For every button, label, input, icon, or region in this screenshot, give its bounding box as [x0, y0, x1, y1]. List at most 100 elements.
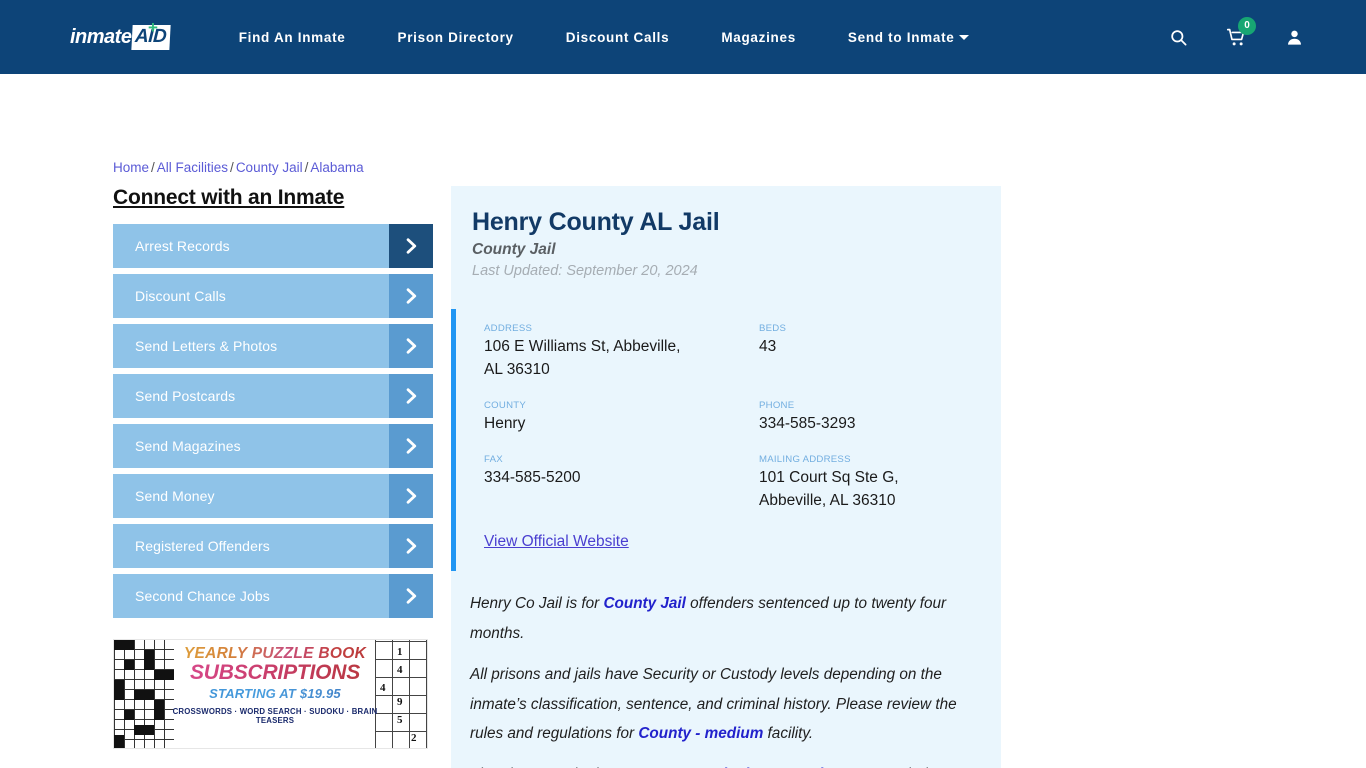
nav-label: Magazines: [721, 29, 796, 45]
chevron-right-icon: [389, 274, 433, 318]
detail-label: BEDS: [759, 323, 787, 335]
sidebar-title: Connect with an Inmate: [113, 186, 345, 209]
detail-mailing-address: MAILING ADDRESS 101 Court Sq Ste G, Abbe…: [759, 454, 1001, 531]
sidebar-item-label: Send Money: [135, 488, 215, 504]
sidebar-item-label: Discount Calls: [135, 288, 226, 304]
sudoku-number: 1: [397, 646, 403, 658]
chevron-right-icon: [389, 374, 433, 418]
breadcrumb-separator: /: [151, 160, 155, 175]
sidebar-item-send-magazines[interactable]: Send Magazines: [113, 424, 433, 468]
sidebar-item-arrest-records[interactable]: Arrest Records: [113, 224, 433, 268]
sudoku-number: 4: [380, 682, 386, 694]
cart-count-badge: 0: [1238, 16, 1256, 35]
chevron-down-icon: [959, 34, 970, 40]
nav-label: Prison Directory: [397, 29, 514, 45]
ad-price: STARTING AT $19.95: [172, 686, 378, 701]
detail-county: COUNTY Henry: [484, 400, 759, 454]
sudoku-grid-graphic: 1 4 4 9 5 2: [375, 640, 427, 748]
detail-label: PHONE: [759, 400, 795, 412]
nav-item-send-to-inmate[interactable]: Send to Inmate: [848, 30, 970, 45]
sidebar-item-registered-offenders[interactable]: Registered Offenders: [113, 524, 433, 568]
nav-item-discount-calls[interactable]: Discount Calls: [566, 30, 670, 45]
chevron-right-icon: [389, 524, 433, 568]
sidebar-item-discount-calls[interactable]: Discount Calls: [113, 274, 433, 318]
nav-item-prison-directory[interactable]: Prison Directory: [398, 30, 514, 45]
detail-value: 334-585-3293: [759, 415, 856, 433]
site-logo[interactable]: inmate + AID: [70, 18, 172, 52]
facility-panel: Henry County AL Jail County Jail Last Up…: [451, 186, 1001, 768]
sidebar: Connect with an Inmate Arrest Records Di…: [113, 186, 433, 624]
chevron-right-icon: [389, 474, 433, 518]
ad-headline: YEARLY PUZZLE BOOK: [172, 645, 378, 662]
detail-label: FAX: [484, 454, 503, 466]
sidebar-item-label: Send Letters & Photos: [135, 338, 278, 354]
crossword-grid-graphic: [114, 640, 174, 748]
breadcrumb-item-alabama[interactable]: Alabama: [310, 160, 363, 175]
sidebar-item-send-postcards[interactable]: Send Postcards: [113, 374, 433, 418]
detail-beds: BEDS 43: [759, 323, 1001, 400]
sidebar-item-label: Arrest Records: [135, 238, 230, 254]
p1-highlight[interactable]: County Jail: [603, 595, 685, 612]
breadcrumb-item-all-facilities[interactable]: All Facilities: [157, 160, 228, 175]
chevron-right-icon: [389, 574, 433, 618]
detail-address: ADDRESS 106 E Williams St, Abbeville, AL…: [484, 323, 759, 400]
chevron-right-icon: [389, 424, 433, 468]
breadcrumb-separator: /: [304, 160, 309, 175]
facility-type: County Jail: [472, 241, 556, 258]
page-title: Henry County AL Jail: [472, 208, 720, 236]
detail-value: 334-585-5200: [484, 469, 581, 487]
sidebar-item-label: Send Magazines: [135, 438, 241, 454]
sidebar-item-send-money[interactable]: Send Money: [113, 474, 433, 518]
view-official-website-link[interactable]: View Official Website: [484, 533, 629, 551]
detail-label: COUNTY: [484, 400, 527, 412]
breadcrumb-item-home[interactable]: Home: [113, 160, 149, 175]
ad-text-block: YEARLY PUZZLE BOOK SUBSCRIPTIONS STARTIN…: [172, 645, 378, 725]
sudoku-number: 9: [397, 696, 403, 708]
sidebar-item-label: Registered Offenders: [135, 538, 270, 554]
logo-wordmark: inmate: [70, 25, 132, 48]
nav-item-magazines[interactable]: Magazines: [721, 30, 796, 45]
description-paragraph-2: All prisons and jails have Security or C…: [470, 660, 980, 749]
logo-plus-icon: +: [148, 18, 158, 37]
p1-text-a: Henry Co Jail is for: [470, 595, 604, 613]
site-header: inmate + AID Find An Inmate Prison Direc…: [0, 0, 1366, 74]
last-updated: Last Updated: September 20, 2024: [472, 263, 698, 280]
chevron-right-icon: [389, 224, 433, 268]
sudoku-number: 5: [397, 714, 403, 726]
sidebar-item-label: Send Postcards: [135, 388, 236, 404]
facility-details: ADDRESS 106 E Williams St, Abbeville, AL…: [451, 309, 1001, 572]
chevron-right-icon: [389, 324, 433, 368]
facility-description: Henry Co Jail is for County Jail offende…: [470, 589, 980, 768]
main-nav: Find An Inmate Prison Directory Discount…: [239, 30, 970, 45]
detail-value: 43: [759, 338, 777, 356]
breadcrumb-item-county-jail[interactable]: County Jail: [236, 160, 303, 175]
cart-icon[interactable]: 0: [1226, 16, 1256, 48]
nav-label: Discount Calls: [565, 29, 670, 45]
sudoku-number: 4: [397, 664, 403, 676]
description-paragraph-3: The phone carrier is NCIC Inmate Telepho…: [470, 760, 980, 768]
detail-value: Henry: [484, 415, 526, 433]
header-icon-group: 0: [1131, 0, 1304, 74]
nav-label: Send to Inmate: [847, 29, 955, 45]
sidebar-item-send-letters-photos[interactable]: Send Letters & Photos: [113, 324, 433, 368]
detail-label: ADDRESS: [484, 323, 533, 335]
puzzle-book-ad-banner[interactable]: 1 4 4 9 5 2 YEARLY PUZZLE BOOK SUBSCRIPT…: [113, 639, 428, 749]
nav-item-find-an-inmate[interactable]: Find An Inmate: [239, 30, 346, 45]
detail-value: 106 E Williams St, Abbeville, AL 36310: [484, 338, 681, 379]
breadcrumb: Home / All Facilities / County Jail / Alabama: [113, 160, 364, 175]
ad-subhead: SUBSCRIPTIONS: [172, 662, 378, 683]
detail-label: MAILING ADDRESS: [759, 454, 851, 466]
search-icon[interactable]: [1169, 28, 1188, 47]
nav-label: Find An Inmate: [238, 29, 346, 45]
account-icon[interactable]: [1285, 28, 1304, 47]
description-paragraph-1: Henry Co Jail is for County Jail offende…: [470, 589, 980, 649]
breadcrumb-separator: /: [230, 160, 234, 175]
p2-highlight[interactable]: County - medium: [638, 725, 763, 742]
detail-fax: FAX 334-585-5200: [484, 454, 759, 531]
sudoku-number: 2: [411, 732, 417, 744]
ad-categories: CROSSWORDS · WORD SEARCH · SUDOKU · BRAI…: [172, 706, 378, 725]
detail-value: 101 Court Sq Ste G, Abbeville, AL 36310: [759, 469, 899, 510]
sidebar-item-second-chance-jobs[interactable]: Second Chance Jobs: [113, 574, 433, 618]
p2-text-b: facility.: [763, 725, 814, 743]
detail-phone: PHONE 334-585-3293: [759, 400, 1001, 454]
